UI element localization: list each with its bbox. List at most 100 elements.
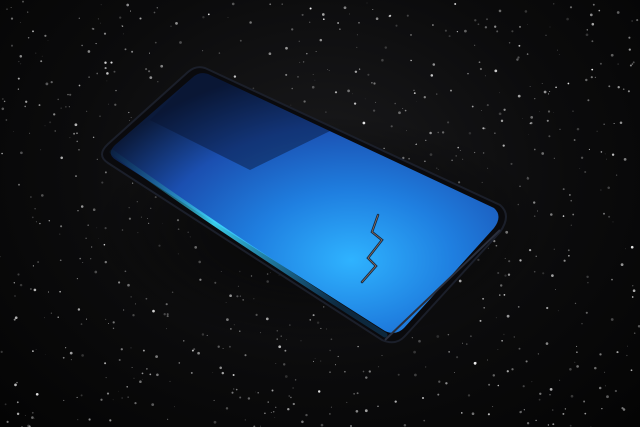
glitter-particle: [534, 98, 536, 100]
glitter-particle: [474, 19, 477, 22]
glitter-particle: [636, 19, 639, 22]
glitter-particle: [488, 383, 491, 386]
glitter-particle: [563, 259, 566, 262]
glitter-particle: [284, 375, 288, 378]
glitter-particle: [394, 400, 397, 403]
glitter-particle: [87, 50, 91, 53]
glitter-particle: [35, 221, 37, 223]
glitter-particle: [44, 34, 47, 37]
glitter-particle: [302, 61, 305, 63]
glitter-particle: [574, 302, 577, 305]
glitter-particle: [50, 312, 53, 314]
glitter-particle: [272, 411, 275, 413]
glitter-particle: [123, 309, 125, 311]
glitter-particle: [100, 22, 101, 24]
glitter-particle: [557, 310, 559, 312]
glitter-particle: [17, 88, 20, 90]
glitter-particle: [12, 131, 14, 132]
glitter-particle: [299, 61, 301, 63]
glitter-particle: [287, 407, 290, 411]
glitter-particle: [13, 318, 16, 321]
glitter-particle: [551, 274, 554, 277]
glitter-particle: [456, 356, 459, 359]
glitter-particle: [448, 351, 450, 353]
glitter-particle: [20, 63, 22, 65]
glitter-particle: [548, 93, 550, 95]
glitter-particle: [105, 377, 107, 379]
glitter-particle: [106, 72, 109, 75]
glitter-particle: [225, 407, 229, 410]
glitter-particle: [616, 351, 619, 354]
glitter-particle: [297, 76, 299, 78]
glitter-particle: [271, 389, 274, 392]
glitter-particle: [421, 396, 425, 400]
glitter-particle: [594, 366, 597, 370]
glitter-particle: [508, 41, 511, 44]
glitter-particle: [371, 82, 373, 84]
glitter-particle: [569, 6, 573, 9]
glitter-particle: [343, 6, 347, 10]
glitter-particle: [547, 110, 551, 113]
glitter-particle: [498, 112, 502, 116]
glitter-particle: [160, 64, 164, 68]
glitter-particle: [32, 30, 34, 33]
glitter-particle: [197, 351, 200, 355]
glitter-particle: [148, 52, 151, 54]
glitter-particle: [553, 112, 554, 113]
glitter-particle: [16, 381, 18, 384]
glitter-particle: [68, 106, 70, 108]
glitter-particle: [14, 316, 18, 320]
glitter-particle: [6, 8, 8, 10]
glitter-particle: [179, 41, 182, 44]
glitter-particle: [450, 89, 452, 92]
glitter-particle: [27, 37, 30, 39]
glitter-particle: [583, 400, 586, 403]
glitter-particle: [268, 52, 272, 56]
glitter-particle: [367, 73, 370, 76]
glitter-particle: [549, 26, 551, 28]
glitter-particle: [478, 61, 481, 64]
glitter-particle: [3, 100, 6, 103]
glitter-particle: [78, 17, 80, 19]
glitter-particle: [526, 422, 530, 425]
glitter-particle: [80, 394, 83, 397]
glitter-particle: [590, 76, 593, 79]
glitter-particle: [119, 16, 122, 19]
glitter-particle: [39, 222, 41, 225]
glitter-particle: [33, 288, 37, 292]
glitter-particle: [394, 102, 397, 105]
glitter-particle: [275, 363, 277, 364]
glitter-particle: [78, 84, 81, 87]
glitter-particle: [547, 424, 550, 426]
glitter-particle: [572, 213, 575, 216]
glitter-particle: [14, 383, 17, 387]
glitter-particle: [121, 24, 122, 26]
glitter-particle: [596, 130, 598, 132]
glitter-particle: [60, 225, 63, 228]
glitter-particle: [115, 89, 117, 92]
glitter-particle: [156, 373, 159, 377]
glitter-particle: [362, 370, 365, 373]
glitter-particle: [146, 368, 148, 370]
glitter-particle: [14, 295, 16, 297]
glitter-particle: [104, 171, 107, 174]
glitter-particle: [288, 395, 290, 397]
glitter-particle: [114, 103, 117, 106]
glitter-particle: [32, 350, 34, 352]
glitter-particle: [524, 10, 528, 13]
glitter-particle: [519, 410, 522, 414]
glitter-particle: [503, 333, 505, 336]
glitter-particle: [128, 111, 130, 114]
glitter-particle: [88, 418, 91, 421]
glitter-particle: [59, 233, 61, 235]
glitter-particle: [315, 51, 317, 52]
glitter-particle: [62, 356, 65, 359]
glitter-particle: [599, 353, 602, 356]
glitter-particle: [303, 100, 306, 103]
glitter-particle: [436, 93, 438, 95]
glitter-particle: [389, 14, 392, 17]
glitter-particle: [584, 412, 587, 415]
glitter-particle: [31, 411, 34, 414]
glitter-particle: [233, 75, 237, 78]
glitter-particle: [70, 359, 72, 361]
